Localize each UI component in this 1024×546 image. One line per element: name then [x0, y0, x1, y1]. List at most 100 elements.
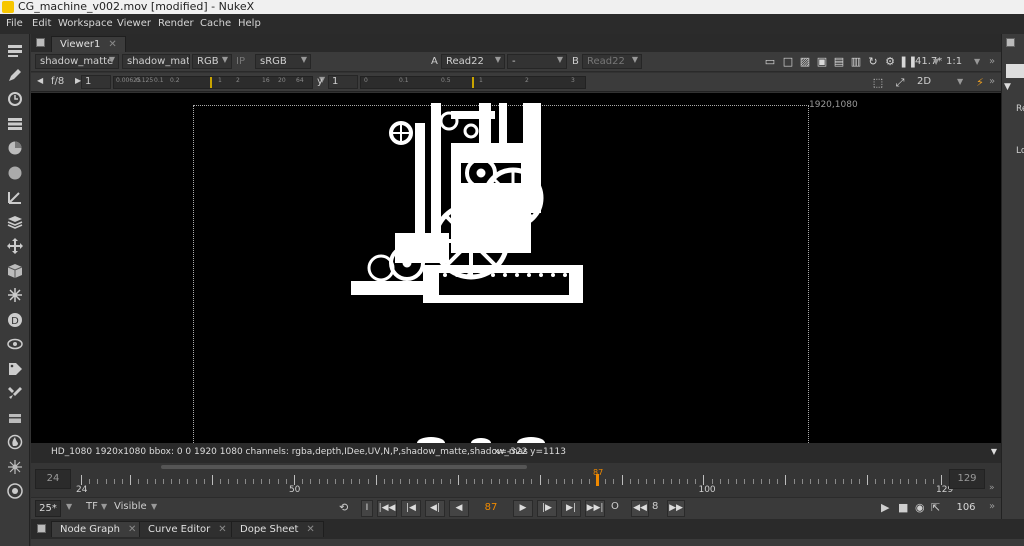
- info-expand-icon[interactable]: ▼: [991, 447, 997, 456]
- loop-mode-icon[interactable]: ⟲: [339, 501, 348, 514]
- proxy-value[interactable]: 1:1: [946, 56, 962, 67]
- view-mode-arrow[interactable]: ▼: [957, 77, 963, 86]
- last-frame-button[interactable]: ▶▶|: [585, 500, 605, 517]
- image-nodes-icon[interactable]: [7, 43, 23, 59]
- camera-view-icon[interactable]: ⤢: [893, 76, 907, 89]
- proxy-dropdown-arrow[interactable]: ▼: [974, 57, 980, 66]
- out-frame-field[interactable]: 129: [949, 469, 985, 489]
- prev-keyframe-button[interactable]: |◀: [401, 500, 421, 517]
- expand-chevron-icon[interactable]: »: [989, 56, 995, 67]
- pane-menu-icon-3[interactable]: [1006, 38, 1015, 47]
- refresh-icon[interactable]: ↻: [866, 55, 880, 68]
- merge-nodes-icon[interactable]: [7, 214, 23, 230]
- tf-dropdown[interactable]: TF: [86, 501, 98, 512]
- fps-dropdown[interactable]: 25*: [35, 500, 61, 517]
- snap-icon[interactable]: ⚡: [973, 76, 987, 89]
- channel-set-dropdown[interactable]: shadow_matte ▼: [35, 54, 119, 69]
- node-graph-panel[interactable]: [31, 539, 1024, 546]
- pane-menu-icon-2[interactable]: [37, 524, 46, 533]
- view-mode-dropdown[interactable]: 2D: [917, 76, 931, 87]
- menu-edit[interactable]: Edit: [32, 18, 51, 29]
- close-icon[interactable]: ✕: [128, 524, 136, 535]
- deep-nodes-icon[interactable]: D: [7, 312, 23, 328]
- increment-field[interactable]: 8: [652, 501, 658, 512]
- cache-icon[interactable]: ◉: [915, 501, 925, 514]
- gamma-field[interactable]: 1: [328, 75, 358, 89]
- visible-dropdown-arrow[interactable]: ▼: [151, 502, 157, 511]
- particles-nodes-icon[interactable]: [7, 287, 23, 303]
- loop-toggle[interactable]: O: [611, 501, 619, 512]
- tf-dropdown-arrow[interactable]: ▼: [101, 502, 107, 511]
- properties-collapse-icon[interactable]: ▼: [1004, 82, 1011, 92]
- color-nodes-icon[interactable]: [7, 140, 23, 156]
- transform-nodes-icon[interactable]: [7, 238, 23, 254]
- plugins-icon[interactable]: [7, 459, 23, 475]
- play-forward-button[interactable]: ▶: [513, 500, 533, 517]
- gain-slider-handle[interactable]: [210, 77, 212, 88]
- menu-cache[interactable]: Cache: [200, 18, 231, 29]
- pane-menu-icon[interactable]: [36, 38, 45, 47]
- toolsets-icon[interactable]: [7, 385, 23, 401]
- end-frame-field[interactable]: 106: [951, 500, 981, 517]
- close-icon[interactable]: ✕: [218, 524, 226, 535]
- views-nodes-icon[interactable]: [7, 336, 23, 352]
- timeline-expand-icon[interactable]: »: [989, 483, 995, 493]
- tab-viewer1[interactable]: Viewer1 ✕: [51, 36, 126, 52]
- step-mode-button[interactable]: I: [361, 500, 373, 517]
- filter-nodes-icon[interactable]: [7, 165, 23, 181]
- nuke-icon[interactable]: [7, 483, 23, 499]
- 3d-nodes-icon[interactable]: [7, 263, 23, 279]
- menu-help[interactable]: Help: [238, 18, 261, 29]
- tab-node-graph[interactable]: Node Graph ✕: [51, 521, 146, 537]
- pause-icon[interactable]: ❚❚: [899, 55, 917, 68]
- safe-area-icon[interactable]: ▣: [815, 55, 829, 68]
- transport-expand-icon[interactable]: »: [989, 501, 995, 512]
- clip-warning-icon[interactable]: ▤: [832, 55, 846, 68]
- ip-button[interactable]: IP: [236, 56, 245, 67]
- fstop-value[interactable]: f/8: [51, 76, 64, 87]
- in-frame-field[interactable]: 24: [35, 469, 71, 489]
- fps-dropdown-arrow[interactable]: ▼: [66, 502, 72, 511]
- tab-dope-sheet[interactable]: Dope Sheet ✕: [231, 521, 324, 537]
- close-icon[interactable]: ✕: [306, 524, 314, 535]
- zoom-dropdown-arrow[interactable]: ▼: [933, 57, 939, 66]
- gain-field[interactable]: 1: [81, 75, 111, 89]
- tab-curve-editor[interactable]: Curve Editor ✕: [139, 521, 236, 537]
- next-keyframe-button[interactable]: ▶|: [561, 500, 581, 517]
- stop-icon[interactable]: ■: [898, 501, 908, 514]
- channel-dropdown[interactable]: shadow_matte: [122, 54, 190, 69]
- gamma-slider[interactable]: 0 0.1 0.5 1 2 3: [360, 76, 586, 89]
- properties-max-field[interactable]: [1006, 64, 1024, 78]
- furnace-nodes-icon[interactable]: [7, 434, 23, 450]
- checkerboard-icon[interactable]: ▨: [798, 55, 812, 68]
- input-a-dropdown[interactable]: Read22 ▼: [441, 54, 505, 69]
- roi-toggle-icon[interactable]: ⬚: [871, 76, 885, 89]
- menu-workspace[interactable]: Workspace: [58, 18, 113, 29]
- gamma-slider-handle[interactable]: [472, 77, 474, 88]
- input-b-dropdown[interactable]: Read22 ▼: [582, 54, 642, 69]
- close-icon[interactable]: ✕: [108, 39, 116, 50]
- gpu-icon[interactable]: ⚙: [883, 55, 897, 68]
- skip-forward-button[interactable]: ▶▶: [667, 500, 685, 517]
- composite-mode-dropdown[interactable]: - ▼: [507, 54, 567, 69]
- visible-dropdown[interactable]: Visible: [114, 501, 147, 512]
- play-flipbook-icon[interactable]: ▶: [881, 501, 889, 514]
- timeline-ruler[interactable]: 24 50 100 129 87: [76, 468, 953, 497]
- draw-nodes-icon[interactable]: [7, 67, 23, 83]
- channel-nodes-icon[interactable]: [7, 116, 23, 132]
- render-icon[interactable]: ⇱: [931, 501, 940, 514]
- first-frame-button[interactable]: |◀◀: [377, 500, 397, 517]
- menu-viewer[interactable]: Viewer: [117, 18, 151, 29]
- viewer-canvas[interactable]: 1920,1080: [31, 93, 1001, 443]
- viewer-lut-icon[interactable]: ▥: [849, 55, 863, 68]
- prev-increment-button[interactable]: ◀|: [425, 500, 445, 517]
- menu-render[interactable]: Render: [158, 18, 194, 29]
- next-increment-button[interactable]: |▶: [537, 500, 557, 517]
- other-nodes-icon[interactable]: [7, 410, 23, 426]
- gain-slider[interactable]: 0.00625 0.125 0.1 0.2 1 2 16 20 64: [113, 76, 313, 89]
- metadata-nodes-icon[interactable]: [7, 361, 23, 377]
- keyer-nodes-icon[interactable]: [7, 189, 23, 205]
- current-frame-field[interactable]: 87: [473, 500, 509, 517]
- overlay-icon[interactable]: □: [781, 55, 795, 68]
- display-channels-dropdown[interactable]: RGB ▼: [192, 54, 232, 69]
